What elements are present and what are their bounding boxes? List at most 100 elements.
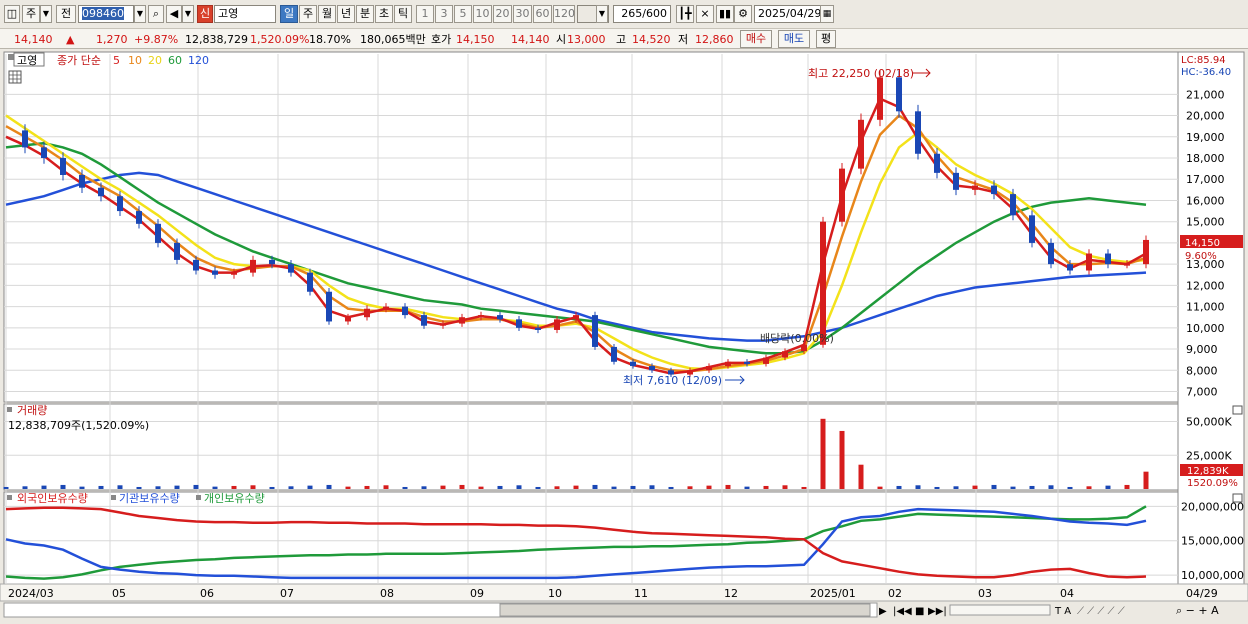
holding-tick-label: 15,000,000 — [1181, 535, 1244, 548]
volume-bar — [1124, 484, 1130, 489]
volume-bar — [801, 486, 807, 489]
candle-body — [763, 357, 769, 364]
legend-ma10: 10 — [128, 54, 142, 67]
legend-prefix: 종가 단순 — [57, 54, 101, 67]
x-tick-label: 09 — [470, 587, 484, 600]
period-tick-button[interactable]: 틱 — [394, 5, 412, 23]
calendar-icon[interactable]: ▦ — [820, 5, 834, 23]
candle-body — [250, 259, 256, 273]
panel-menu-icon[interactable] — [8, 54, 14, 60]
volume-bar — [896, 485, 902, 489]
candle-body — [136, 211, 142, 224]
speaker-icon[interactable]: ◀ — [166, 5, 182, 23]
chart-area[interactable]: 21,000 20,000 19,000 18,000 17,000 16,000 15,0… — [0, 50, 1248, 621]
candle-type-icon[interactable]: ┃╋ — [676, 5, 694, 23]
interval-1-button[interactable]: 1 — [416, 5, 434, 23]
candle-body — [972, 185, 978, 190]
zoom-out-icon[interactable]: ⌕ − + A — [1176, 604, 1219, 617]
current-pct-axis-label: 9.60% — [1185, 251, 1217, 262]
volume-bar — [744, 486, 750, 489]
cross-line-icon[interactable]: ⨯ — [696, 5, 714, 23]
volume-bar — [250, 485, 256, 489]
zoom-slider[interactable] — [949, 604, 1051, 616]
candle-body — [1067, 264, 1073, 271]
volume-bar — [440, 485, 446, 489]
table-icon[interactable] — [8, 70, 22, 84]
open-price: 13,000 — [567, 33, 606, 46]
chevron-down-icon[interactable]: ▼ — [40, 5, 52, 23]
search-icon[interactable]: ⌕ — [148, 5, 164, 23]
interval-5-button[interactable]: 5 — [454, 5, 472, 23]
interval-30-button[interactable]: 30 — [513, 5, 532, 23]
volume-bar — [174, 485, 180, 489]
volume-bar — [212, 486, 218, 489]
evaluate-button[interactable]: 평 — [816, 30, 836, 48]
holding-panel-close-icon[interactable] — [1232, 493, 1243, 503]
candle-body — [22, 130, 28, 148]
volume-bar — [516, 485, 522, 489]
volume-bar — [155, 486, 161, 489]
price-change-pct: +9.87% — [134, 33, 179, 46]
nav-first-icon[interactable]: |◀◀ — [893, 606, 912, 617]
interval-3-button[interactable]: 3 — [435, 5, 453, 23]
gear-icon[interactable]: ⚙ — [734, 5, 752, 23]
market-type-select[interactable]: 주 — [22, 5, 40, 23]
period-minute-button[interactable]: 분 — [356, 5, 374, 23]
period-second-button[interactable]: 초 — [375, 5, 393, 23]
prev-button[interactable]: 전 — [56, 5, 76, 23]
interval-20-button[interactable]: 20 — [493, 5, 512, 23]
bar-chart-icon[interactable]: ▮▮ — [716, 5, 734, 23]
volume-bar — [1067, 486, 1073, 489]
volume-bar — [459, 484, 465, 489]
volume-bar — [763, 485, 769, 489]
volume-bar — [497, 485, 503, 489]
volume-bar — [1010, 486, 1016, 489]
text-tool-icon[interactable]: T A — [1054, 606, 1071, 617]
volume-panel-close-icon[interactable] — [1232, 405, 1243, 415]
speaker-dropdown-icon[interactable]: ▼ — [182, 5, 194, 23]
x-tick-label: 06 — [200, 587, 214, 600]
interval-dropdown-icon[interactable]: ▼ — [596, 5, 608, 23]
draw-tools-icon[interactable]: ⟋ ⟋ ⟋ ⟋ ⟋ — [1077, 606, 1125, 617]
period-year-button[interactable]: 년 — [337, 5, 355, 23]
volume-bar — [1086, 486, 1092, 489]
buy-button[interactable]: 매수 — [740, 30, 772, 48]
candle-body — [478, 315, 484, 318]
scroll-thumb[interactable] — [499, 603, 871, 617]
nav-last-icon[interactable]: ▶▶| — [928, 606, 947, 617]
nav-stop-icon[interactable]: ■ — [915, 606, 924, 617]
data-count-field[interactable]: 265/600 — [613, 5, 671, 23]
interval-10-button[interactable]: 10 — [473, 5, 492, 23]
volume-tick-label: 25,000K — [1186, 449, 1232, 462]
period-month-button[interactable]: 월 — [318, 5, 336, 23]
turnover-rate: 18.70% — [309, 33, 351, 46]
candle-body — [516, 319, 522, 328]
interval-120-button[interactable]: 120 — [553, 5, 575, 23]
legend-ma5: 5 — [113, 54, 120, 67]
candle-body — [953, 172, 959, 190]
volume-bar — [611, 486, 617, 489]
volume-panel[interactable] — [3, 403, 1179, 491]
trade-amount: 180,065백만 — [360, 33, 426, 46]
volume-current-label: 12,839K — [1187, 466, 1229, 477]
volume-bar — [269, 486, 275, 489]
candle-body — [193, 259, 199, 271]
scroll-right-icon[interactable]: ▶ — [879, 606, 887, 617]
window-icon[interactable]: ◫ — [4, 5, 20, 23]
period-day-button[interactable]: 일 — [280, 5, 298, 23]
volume-bar — [991, 484, 997, 489]
interval-60-button[interactable]: 60 — [533, 5, 552, 23]
code-dropdown-icon[interactable]: ▼ — [134, 5, 146, 23]
holding-panel-menu-icon[interactable] — [7, 495, 12, 500]
volume-bar — [1029, 485, 1035, 489]
period-week-button[interactable]: 주 — [299, 5, 317, 23]
holding-panel[interactable] — [3, 491, 1179, 585]
sell-button[interactable]: 매도 — [778, 30, 810, 48]
stock-chart-svg[interactable]: 21,000 20,000 19,000 18,000 17,000 16,000 15,0… — [0, 50, 1248, 621]
stock-code-input[interactable]: 098460 — [78, 5, 134, 23]
volume-panel-menu-icon[interactable] — [7, 407, 12, 412]
candle-body — [497, 315, 503, 320]
candle-body — [1086, 253, 1092, 271]
stock-name-field[interactable]: 고영 — [214, 5, 276, 23]
volume-bar — [421, 486, 427, 489]
